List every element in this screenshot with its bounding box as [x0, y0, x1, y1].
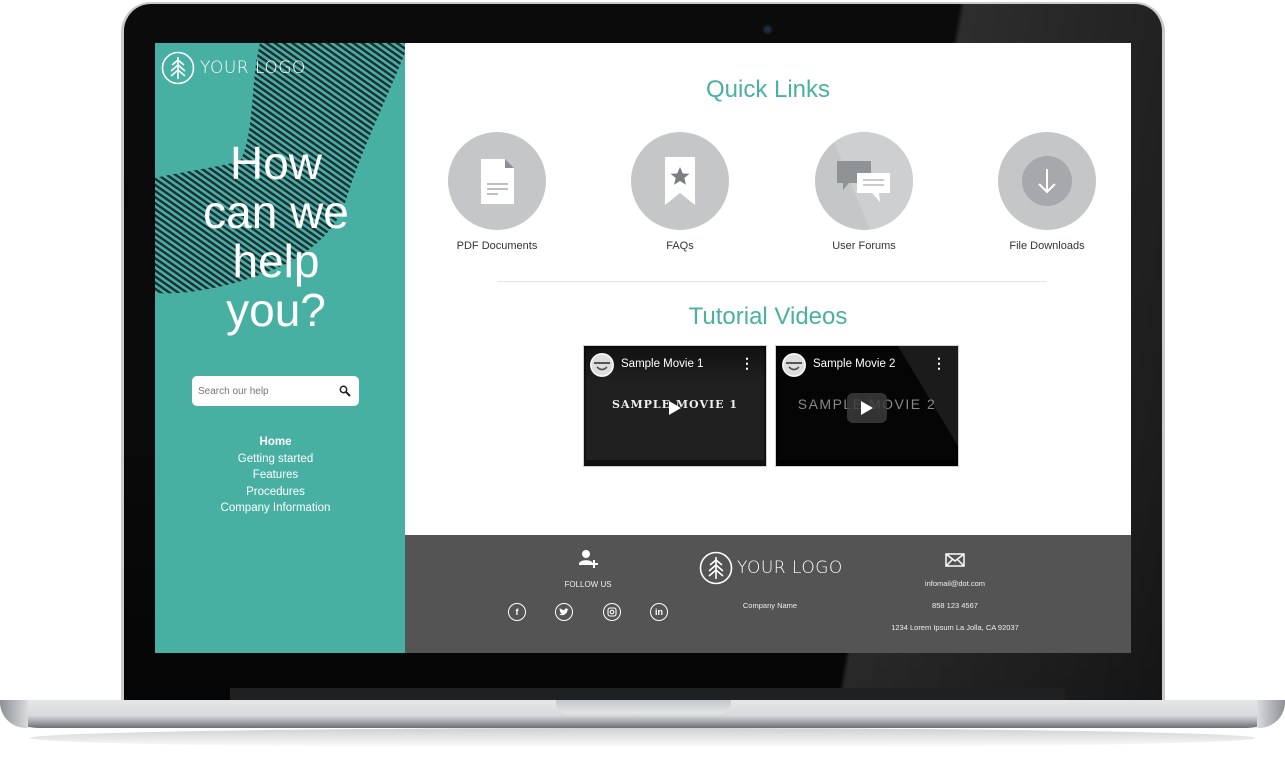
contact-address: 1234 Lorem Ipsum La Jolla, CA 92037 — [891, 623, 1019, 632]
video-player-2[interactable]: Sample Movie 2 ⋮ SAMPLE MOVIE 2 — [775, 345, 959, 467]
camera-icon — [764, 26, 771, 33]
quick-link-label: PDF Documents — [456, 240, 538, 252]
logo-text: YOUR LOGO — [737, 558, 843, 578]
instagram-icon[interactable] — [602, 603, 621, 621]
contact-section: infomail@dot.com 858 123 4567 1234 Lorem… — [875, 553, 1035, 632]
more-options-icon[interactable]: ⋮ — [932, 356, 946, 370]
section-divider — [497, 281, 1047, 282]
screen: YOUR LOGO How can we help you? Home Gett… — [155, 43, 1131, 653]
quick-link-label: File Downloads — [1009, 240, 1085, 252]
nav-item-features[interactable]: Features — [155, 467, 396, 484]
quick-link-label: User Forums — [832, 240, 896, 252]
play-button[interactable] — [847, 393, 887, 423]
laptop-notch — [556, 700, 731, 714]
download-arrow-icon — [1022, 156, 1072, 206]
nav-item-getting-started[interactable]: Getting started — [155, 451, 396, 468]
laptop-shadow — [30, 728, 1255, 748]
contact-email[interactable]: infomail@dot.com — [875, 579, 1035, 588]
play-icon — [669, 401, 681, 415]
search-box — [192, 376, 359, 406]
tutorial-videos-title: Tutorial Videos — [688, 303, 848, 330]
follow-section: FOLLOW US f in — [505, 549, 671, 621]
tree-logo-icon — [699, 551, 733, 585]
footer: FOLLOW US f in YOUR LOGO Company Name in… — [405, 535, 1131, 653]
play-icon — [861, 401, 873, 415]
quick-link-circle — [815, 132, 913, 230]
sidebar: YOUR LOGO How can we help you? Home Gett… — [155, 43, 405, 653]
quick-link-circle — [998, 132, 1096, 230]
follow-us-label: FOLLOW US — [564, 580, 612, 589]
nav-item-procedures[interactable]: Procedures — [155, 484, 396, 501]
tree-logo-icon — [161, 51, 195, 85]
company-name: Company Name — [742, 601, 798, 610]
hero-line: help — [232, 235, 320, 287]
envelope-icon[interactable] — [945, 553, 965, 567]
social-links: f in — [508, 603, 668, 621]
quick-link-file-downloads[interactable]: File Downloads — [977, 132, 1117, 252]
linkedin-icon[interactable]: in — [649, 603, 668, 621]
quick-link-label: FAQs — [666, 240, 694, 252]
quick-link-circle — [448, 132, 546, 230]
bookmark-star-icon — [665, 157, 695, 205]
hero-line: can we — [203, 186, 349, 238]
video-title[interactable]: Sample Movie 1 — [621, 358, 703, 370]
logo-text: YOUR LOGO — [200, 58, 306, 78]
hero-line: you? — [226, 284, 326, 336]
play-button[interactable] — [655, 393, 695, 423]
channel-avatar-icon[interactable] — [590, 353, 614, 377]
sidebar-nav: Home Getting started Features Procedures… — [155, 434, 396, 517]
chat-bubbles-icon — [830, 132, 913, 230]
quick-link-pdf-documents[interactable]: PDF Documents — [427, 132, 567, 252]
more-options-icon[interactable]: ⋮ — [740, 356, 754, 370]
sidebar-logo[interactable]: YOUR LOGO — [161, 51, 306, 85]
add-user-icon[interactable] — [577, 549, 599, 569]
nav-item-company-information[interactable]: Company Information — [155, 500, 396, 517]
contact-phone[interactable]: 858 123 4567 — [875, 601, 1035, 610]
quick-links-title: Quick Links — [705, 76, 831, 103]
search-icon[interactable] — [339, 385, 351, 397]
nav-item-home[interactable]: Home — [155, 434, 396, 451]
quick-link-circle — [631, 132, 729, 230]
video-title[interactable]: Sample Movie 2 — [813, 358, 895, 370]
document-icon — [481, 159, 514, 204]
footer-logo[interactable]: YOUR LOGO — [699, 551, 843, 585]
quick-link-faqs[interactable]: FAQs — [610, 132, 750, 252]
quick-link-user-forums[interactable]: User Forums — [794, 132, 934, 252]
facebook-icon[interactable]: f — [508, 603, 526, 621]
hero-line: How — [229, 137, 323, 189]
hero-heading: How can we help you? — [155, 139, 397, 335]
video-player-1[interactable]: Sample Movie 1 ⋮ SAMPLE MOVIE 1 — [583, 345, 767, 467]
twitter-icon[interactable] — [555, 603, 574, 621]
main-content: Quick Links PDF Documents FAQs User Foru… — [405, 43, 1131, 535]
search-input[interactable] — [198, 385, 328, 397]
channel-avatar-icon[interactable] — [782, 353, 806, 377]
